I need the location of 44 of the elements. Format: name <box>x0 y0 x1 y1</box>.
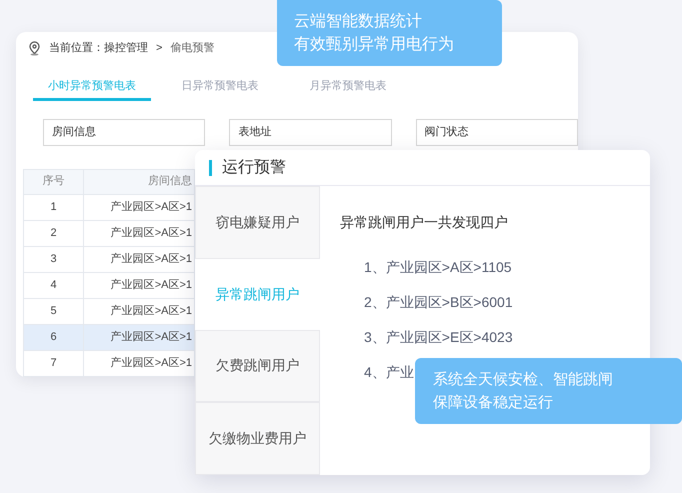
column-header: 序号 <box>24 169 84 194</box>
breadcrumb-separator: > <box>156 41 162 56</box>
table-cell: 产业园区>A区>1 <box>84 246 194 272</box>
table-cell: 产业园区>A区>1 <box>84 324 194 350</box>
category-tab[interactable]: 欠缴物业费用户 <box>195 402 320 475</box>
table-cell: 产业园区>A区>1 <box>84 194 194 220</box>
title-accent-bar <box>209 160 212 176</box>
filter-field[interactable]: 阀门状态 <box>416 118 578 146</box>
table-cell: 5 <box>24 298 84 324</box>
breadcrumb-current: 偷电预警 <box>170 41 214 56</box>
table-cell: 2 <box>24 220 84 246</box>
column-header: 房间信息 <box>84 169 194 194</box>
callout-text: 云端智能数据统计 <box>294 12 423 32</box>
summary-text: 异常跳闸用户一共发现四户 <box>340 213 509 232</box>
table-cell: 3 <box>24 246 84 272</box>
table-cell: 6 <box>24 324 84 350</box>
table-cell: 7 <box>24 350 84 376</box>
table-row[interactable]: 6 产业园区>A区>1 <box>24 324 194 350</box>
table-cell: 产业园区>A区>1 <box>84 298 194 324</box>
table-row[interactable]: 3 产业园区>A区>1 <box>24 246 194 272</box>
callout-text: 系统全天候安检、智能跳闸 <box>433 370 614 390</box>
table-row[interactable]: 4 产业园区>A区>1 <box>24 272 194 298</box>
table-cell: 产业园区>A区>1 <box>84 350 194 376</box>
user-list-item: 3、产业园区>E区>4023 <box>364 328 513 347</box>
table-row[interactable]: 5 产业园区>A区>1 <box>24 298 194 324</box>
table-row[interactable]: 2 产业园区>A区>1 <box>24 220 194 246</box>
table-cell: 产业园区>A区>1 <box>84 272 194 298</box>
location-pin-icon <box>28 40 41 56</box>
table-cell: 1 <box>24 194 84 220</box>
category-tab[interactable]: 窃电嫌疑用户 <box>195 186 320 259</box>
breadcrumb-path[interactable]: 当前位置：操控管理 <box>49 40 148 56</box>
filter-field[interactable]: 房间信息 <box>43 118 206 146</box>
user-list-item: 1、产业园区>A区>1105 <box>364 258 512 277</box>
callout-text: 有效甄别异常用电行为 <box>294 34 455 55</box>
table-cell: 产业园区>A区>1 <box>84 220 194 246</box>
callout-text: 保障设备稳定运行 <box>433 393 554 413</box>
category-tab[interactable]: 欠费跳闸用户 <box>195 330 320 402</box>
user-list-item: 4、产业 <box>364 363 414 382</box>
user-list-item: 2、产业园区>B区>6001 <box>364 293 513 312</box>
table-cell: 4 <box>24 272 84 298</box>
filter-field[interactable]: 表地址 <box>229 118 392 146</box>
panel-title: 运行预警 <box>222 158 286 178</box>
table-row[interactable]: 1 产业园区>A区>1 <box>24 194 194 220</box>
table-row[interactable]: 7 产业园区>A区>1 <box>24 350 194 376</box>
